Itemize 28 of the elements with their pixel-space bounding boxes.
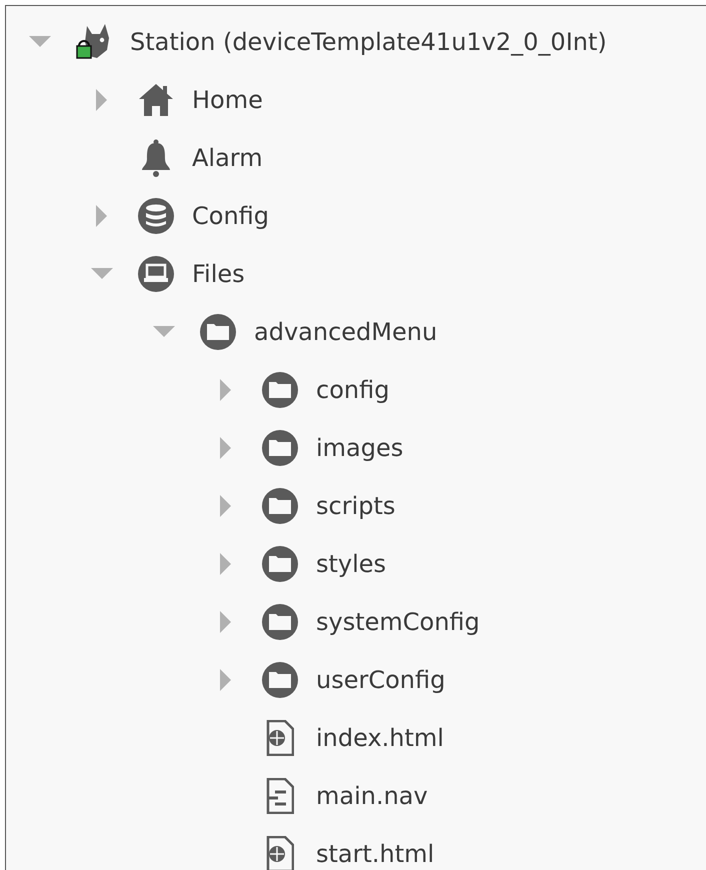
folder-icon	[261, 429, 299, 467]
tree-item-label[interactable]: Home	[192, 86, 263, 114]
tree-item-label[interactable]: Config	[192, 202, 270, 230]
bell-icon	[139, 139, 173, 177]
folder-icon	[199, 313, 237, 351]
folder-icon	[261, 487, 299, 525]
tree-item-label[interactable]: styles	[316, 550, 386, 578]
tree-item-label[interactable]: Alarm	[192, 144, 263, 172]
database-icon	[137, 197, 175, 235]
tree-item-label[interactable]: images	[316, 434, 404, 462]
tree-item-label[interactable]: config	[316, 376, 390, 404]
tree-item-label[interactable]: systemConfig	[316, 608, 480, 636]
tree-item-label[interactable]: Files	[192, 260, 245, 288]
tree-item-label[interactable]: scripts	[316, 492, 396, 520]
web-file-icon	[266, 720, 294, 756]
folder-icon	[261, 371, 299, 409]
tree-item-label[interactable]: Station (deviceTemplate41u1v2_0_0Int)	[130, 28, 607, 56]
folder-icon	[261, 661, 299, 699]
tree-item-label[interactable]: start.html	[316, 840, 434, 868]
tree-item-label[interactable]: main.nav	[316, 782, 428, 810]
folder-icon	[261, 545, 299, 583]
home-icon	[138, 83, 174, 117]
tree-item-label[interactable]: advancedMenu	[254, 318, 438, 346]
nav-file-icon	[266, 778, 294, 814]
folder-icon	[261, 603, 299, 641]
tree-item-label[interactable]: userConfig	[316, 666, 446, 694]
laptop-icon	[137, 255, 175, 293]
tree-item-label[interactable]: index.html	[316, 724, 444, 752]
